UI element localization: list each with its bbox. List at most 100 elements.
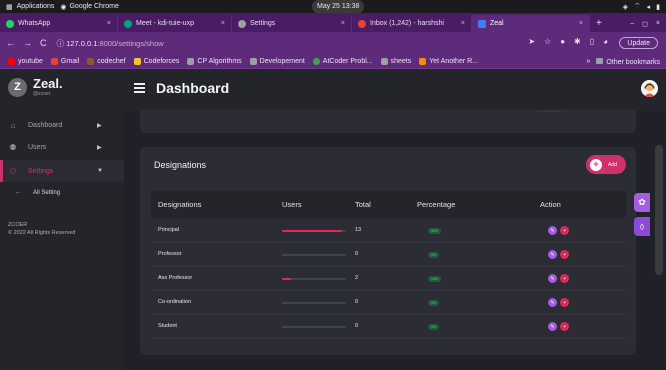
theme-settings-button[interactable]: ✿: [634, 193, 650, 212]
edit-icon[interactable]: ✎: [548, 322, 557, 331]
tab-whatsapp[interactable]: WhatsApp ×: [0, 15, 118, 32]
chevron-right-icon: ▶: [97, 122, 102, 129]
reload-icon[interactable]: C: [40, 38, 47, 48]
scrollbar[interactable]: [655, 145, 663, 275]
sidebar-item-dashboard[interactable]: ⌂ Dashboard ▶: [0, 114, 124, 136]
zeal-logo-icon: Z: [8, 77, 27, 97]
edit-icon[interactable]: ✎: [548, 250, 557, 259]
card-title: Designations: [154, 160, 207, 170]
bookmark-youtube[interactable]: youtube: [8, 57, 43, 65]
network-icon: ◈: [622, 3, 629, 11]
edit-icon[interactable]: ✎: [548, 274, 557, 283]
bookmark-cp-algorithms[interactable]: CP Algorithms: [187, 57, 242, 65]
users-progress-bar: [282, 230, 346, 232]
puzzle-icon[interactable]: ✱: [574, 37, 581, 46]
percentage-badge: 93%: [428, 228, 442, 234]
edit-icon[interactable]: ✎: [548, 226, 557, 235]
chrome-icon: ◉: [60, 3, 67, 11]
profile-icon[interactable]: ◕: [603, 37, 608, 46]
folder-icon: [380, 57, 388, 65]
update-button[interactable]: Update: [619, 37, 658, 49]
battery-icon: ▮: [656, 3, 660, 11]
minimize-icon[interactable]: –: [630, 20, 634, 27]
footer-org: ZCOER: [8, 222, 28, 228]
bookmark-sheets[interactable]: sheets: [380, 57, 411, 65]
percentage-badge: 0%: [428, 300, 440, 306]
bookmark-codechef[interactable]: codechef: [87, 57, 126, 65]
chevron-right-icon: ▶: [97, 144, 102, 151]
folder-icon: [596, 57, 604, 64]
browser-tab-strip: WhatsApp × Meet - kdi-tuie-uxp × Setting…: [0, 13, 666, 32]
delete-icon[interactable]: ▪: [560, 298, 569, 307]
close-icon[interactable]: ×: [457, 20, 465, 27]
delete-icon[interactable]: ▪: [560, 322, 569, 331]
sidebar-item-settings[interactable]: ⚇ Settings ▼: [0, 160, 124, 182]
sidebar-subitem-all-setting[interactable]: – All Setting: [16, 190, 60, 196]
bookmark-codeforces[interactable]: Codeforces: [133, 57, 179, 65]
bookmark-gmail[interactable]: Gmail: [50, 57, 79, 65]
drop-icon: ◊: [639, 221, 645, 232]
volume-icon: ◂: [646, 3, 651, 11]
sidepanel-icon[interactable]: ▯: [590, 37, 594, 46]
home-icon: ⌂: [10, 120, 16, 130]
table-header: Designations Users Total Percentage Acti…: [151, 191, 626, 218]
avatar[interactable]: [641, 80, 658, 97]
percentage-badge: 0%: [428, 324, 440, 330]
os-top-bar: ▦ Applications ◉ Google Chrome May 25 13…: [0, 0, 666, 13]
table-row: Principal 13 93% ✎ ▪: [151, 219, 626, 243]
delete-icon[interactable]: ▪: [560, 226, 569, 235]
send-icon[interactable]: ➤: [528, 37, 535, 46]
url-field[interactable]: ⓘ 127.0.0.1:8000/settings/show: [57, 38, 164, 49]
tab-meet[interactable]: Meet - kdi-tuie-uxp ×: [118, 15, 232, 32]
codeforces-icon: [133, 57, 141, 65]
active-indicator: [0, 160, 3, 182]
close-icon[interactable]: ×: [103, 20, 111, 27]
col-users: Users: [282, 200, 302, 209]
sidebar-footer: ZCOER © 2022 All Rights Reserved: [8, 221, 75, 237]
wifi-icon: ⌔: [634, 3, 641, 10]
color-picker-button[interactable]: ◊: [634, 217, 650, 236]
brand-name: Zeal.: [33, 76, 63, 91]
back-icon[interactable]: ←: [6, 38, 15, 48]
chevron-right-icon[interactable]: »: [586, 58, 590, 65]
add-button[interactable]: + Add: [586, 155, 626, 174]
active-app-indicator[interactable]: ◉ Google Chrome: [60, 3, 119, 11]
bookmark-atcoder[interactable]: AtCoder Probl...: [312, 57, 373, 65]
other-bookmarks[interactable]: Other bookmarks: [596, 57, 660, 66]
star-icon[interactable]: ☆: [544, 37, 551, 46]
codechef-icon: [87, 57, 95, 65]
system-tray[interactable]: ◈ ⌔ ◂ ▮: [623, 0, 660, 13]
users-progress-bar: [282, 326, 346, 328]
brand[interactable]: Z Zeal. @zcoer: [8, 77, 63, 97]
applications-menu[interactable]: ▦ Applications: [6, 3, 54, 11]
window-close-icon[interactable]: ×: [656, 20, 660, 27]
grid-icon: ▦: [6, 3, 13, 11]
bookmarks-bar: youtube Gmail codechef Codeforces CP Alg…: [0, 54, 666, 69]
sidebar-item-users[interactable]: ⚉ Users ▶: [0, 136, 124, 158]
table-row: Co-ordination 0 0% ✎ ▪: [151, 291, 626, 315]
bookmark-developement[interactable]: Developement: [249, 57, 305, 65]
tab-zeal[interactable]: Zeal ×: [472, 15, 590, 32]
bookmark-yet-another[interactable]: Yet Another R...: [419, 57, 478, 65]
table-row: Student 0 0% ✎ ▪: [151, 315, 626, 339]
clock[interactable]: May 25 13:38: [312, 0, 365, 13]
close-icon[interactable]: ×: [217, 20, 225, 27]
close-icon[interactable]: ×: [575, 20, 583, 27]
atcoder-icon: [312, 57, 320, 65]
page-title: Dashboard: [156, 80, 230, 96]
zeal-app: Z Zeal. @zcoer ⌂ Dashboard ▶ ⚉ Users ▶ ⚇…: [0, 69, 666, 370]
address-bar: ← → C ⓘ 127.0.0.1:8000/settings/show ➤ ☆…: [0, 32, 666, 54]
tab-gmail[interactable]: Inbox (1,242) - harshshi ×: [352, 15, 472, 32]
hamburger-menu-icon[interactable]: [134, 83, 145, 95]
delete-icon[interactable]: ▪: [560, 250, 569, 259]
col-percentage: Percentage: [417, 200, 456, 209]
close-icon[interactable]: ×: [337, 20, 345, 27]
settings-user-icon: ⚇: [9, 166, 17, 176]
edit-icon[interactable]: ✎: [548, 298, 557, 307]
tab-settings[interactable]: Settings ×: [232, 15, 352, 32]
delete-icon[interactable]: ▪: [560, 274, 569, 283]
new-tab-button[interactable]: +: [590, 15, 608, 32]
extension-icon[interactable]: ●: [560, 37, 565, 46]
forward-icon[interactable]: →: [23, 38, 32, 48]
maximize-icon[interactable]: ◻: [642, 20, 648, 28]
